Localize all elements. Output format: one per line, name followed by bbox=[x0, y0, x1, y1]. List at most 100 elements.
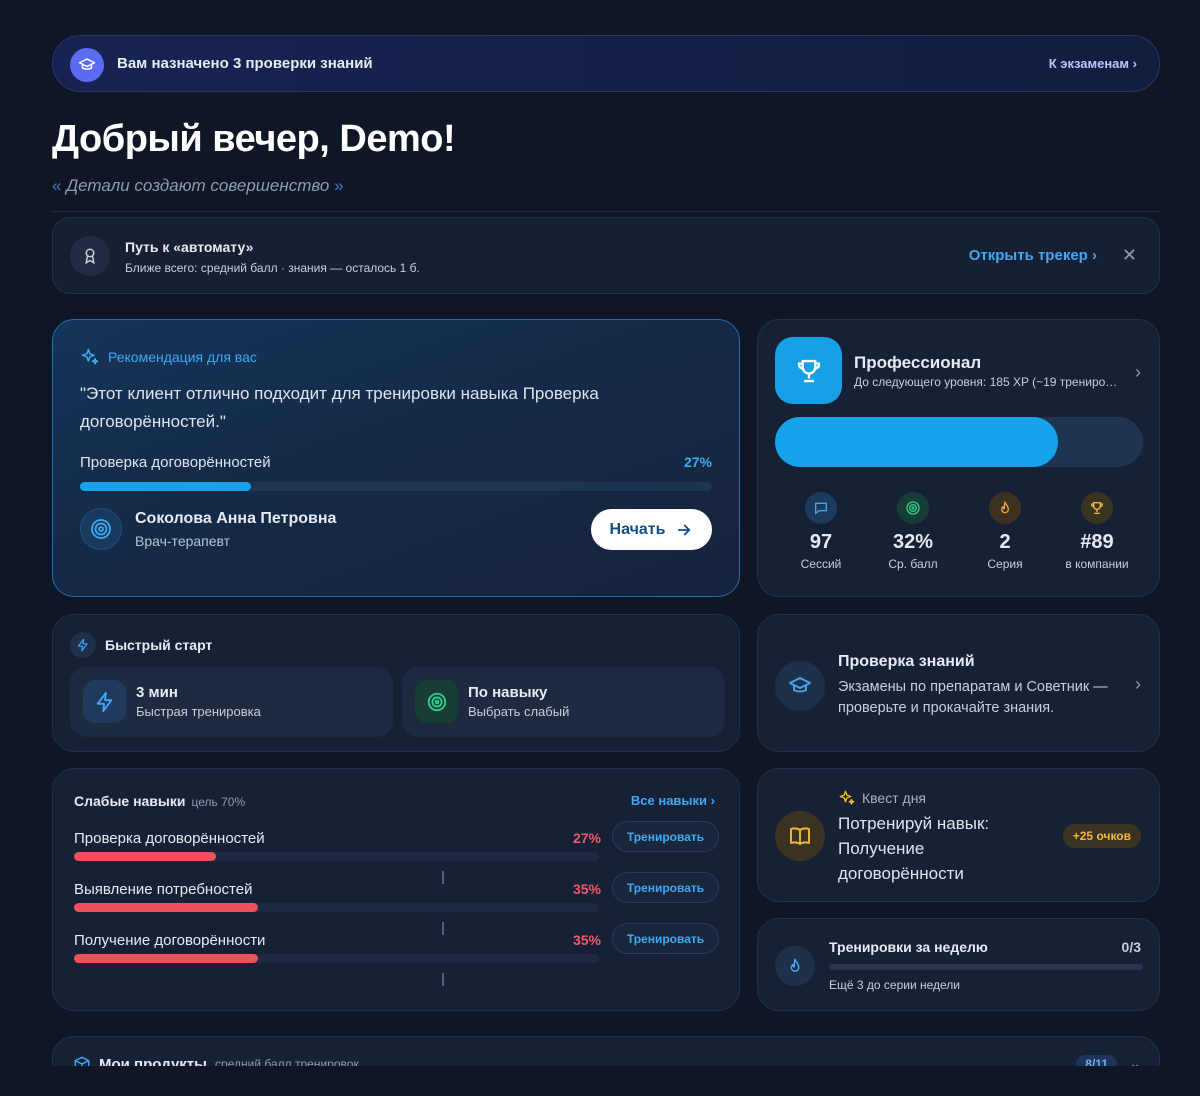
arrow-right-icon bbox=[678, 524, 691, 535]
skill-percent: 35% bbox=[572, 932, 601, 948]
weak-skills-card: Слабые навыки цель 70% Все навыки › Прове… bbox=[52, 768, 740, 1011]
book-icon bbox=[775, 811, 825, 861]
weekly-count: 0/3 bbox=[1121, 939, 1141, 955]
tile-subtitle: Быстрая тренировка bbox=[136, 704, 261, 719]
path-title: Путь к «автомату» bbox=[125, 239, 254, 255]
bolt-icon bbox=[83, 680, 126, 723]
train-button[interactable]: Тренировать bbox=[612, 872, 719, 903]
knowledge-title: Проверка знаний bbox=[838, 653, 975, 670]
client-name: Соколова Анна Петровна bbox=[135, 510, 337, 527]
sparkles-icon bbox=[81, 348, 99, 365]
quick-start-heading: Быстрый старт bbox=[70, 632, 212, 658]
recommendation-heading: Рекомендация для вас bbox=[80, 347, 257, 367]
quote-open-icon: « bbox=[52, 176, 62, 195]
stat-rank: #89 в компании bbox=[1051, 492, 1143, 571]
chevron-right-icon: › bbox=[1092, 247, 1097, 264]
path-tracker-card: Путь к «автомату» Ближе всего: средний б… bbox=[52, 217, 1160, 294]
exam-banner[interactable]: Вам назначено 3 проверки знаний К экзаме… bbox=[52, 35, 1160, 92]
stat-value: 32% bbox=[892, 531, 934, 553]
all-skills-link[interactable]: Все навыки › bbox=[631, 793, 715, 808]
recommendation-quote: "Этот клиент отлично подходит для тренир… bbox=[80, 384, 599, 431]
skill-row: Выявление потребностей 35% Тренировать bbox=[74, 872, 719, 935]
award-icon bbox=[70, 236, 110, 276]
flame-icon bbox=[989, 492, 1021, 524]
skill-bar-fill bbox=[74, 852, 216, 861]
skill-progress-fill bbox=[80, 482, 251, 491]
level-progress-bar bbox=[775, 417, 1143, 467]
flame-icon bbox=[775, 946, 815, 986]
weak-skills-heading: Слабые навыки цель 70% bbox=[74, 793, 245, 809]
trophy-icon bbox=[1081, 492, 1113, 524]
level-progress-fill bbox=[775, 417, 1059, 467]
level-title: Профессионал bbox=[854, 353, 982, 372]
knowledge-check-card[interactable]: Проверка знаний Экзамены по препаратам и… bbox=[757, 614, 1160, 752]
stat-label: в компании bbox=[1065, 557, 1129, 571]
train-button[interactable]: Тренировать bbox=[612, 923, 719, 954]
tile-title: По навыку bbox=[468, 684, 548, 701]
train-button[interactable]: Тренировать bbox=[612, 821, 719, 852]
quick-start-card: Быстрый старт 3 мин Быстрая тренировка П… bbox=[52, 614, 740, 752]
quest-text: Потренируй навык: Получение договорённос… bbox=[838, 814, 990, 883]
skill-percent: 27% bbox=[683, 454, 712, 470]
close-icon[interactable]: ✕ bbox=[1122, 245, 1137, 266]
chat-icon bbox=[805, 492, 837, 524]
skill-progress-bar bbox=[80, 482, 712, 491]
weekly-trainings-card: Тренировки за неделю 0/3 Ещё 3 до серии … bbox=[757, 918, 1160, 1011]
target-icon bbox=[415, 680, 458, 723]
skill-bar-fill bbox=[74, 954, 258, 963]
daily-quest-card[interactable]: Квест дня Потренируй навык: Получение до… bbox=[757, 768, 1160, 902]
level-card[interactable]: Профессионал До следующего уровня: 185 X… bbox=[757, 319, 1160, 597]
trophy-icon bbox=[775, 337, 842, 404]
chevron-right-icon: › bbox=[1132, 56, 1137, 71]
target-icon bbox=[91, 519, 111, 539]
recommendation-card: Рекомендация для вас "Этот клиент отличн… bbox=[52, 319, 740, 597]
weak-skills-goal: цель 70% bbox=[191, 795, 246, 809]
skill-percent: 27% bbox=[572, 830, 601, 846]
sparkles-icon bbox=[839, 790, 855, 805]
start-button[interactable]: Начать bbox=[591, 509, 712, 550]
viewport-bottom bbox=[0, 1066, 1200, 1096]
quick-training-tile[interactable]: 3 мин Быстрая тренировка bbox=[70, 667, 393, 737]
exams-link[interactable]: К экзаменам › bbox=[1049, 56, 1137, 71]
quest-heading-text: Квест дня bbox=[862, 790, 927, 806]
weekly-progress-bar bbox=[829, 964, 1143, 970]
skill-row: Получение договорённости 35% Тренировать bbox=[74, 923, 719, 986]
path-subtitle: Ближе всего: средний балл · знания — ост… bbox=[125, 261, 420, 275]
skill-bar bbox=[74, 903, 599, 935]
chevron-right-icon: › bbox=[1135, 362, 1141, 382]
quote-close-icon: » bbox=[334, 176, 344, 195]
stat-avg-score: 32% Ср. балл bbox=[867, 492, 959, 571]
weak-skills-title: Слабые навыки bbox=[74, 793, 186, 809]
knowledge-subtitle: Экзамены по препаратам и Советник — пров… bbox=[838, 679, 1108, 716]
graduation-cap-icon bbox=[775, 661, 825, 711]
graduation-cap-icon bbox=[70, 48, 104, 82]
open-tracker-label: Открыть трекер bbox=[968, 247, 1088, 264]
stat-streak: 2 Серия bbox=[959, 492, 1051, 571]
stat-value: 2 bbox=[999, 531, 1011, 553]
reward-badge: +25 очков bbox=[1062, 824, 1141, 848]
banner-text: Вам назначено 3 проверки знаний bbox=[117, 55, 373, 72]
stat-value: 97 bbox=[809, 531, 833, 553]
client-role: Врач-терапевт bbox=[135, 533, 231, 549]
bolt-icon bbox=[70, 632, 96, 658]
skill-name: Выявление потребностей bbox=[74, 881, 253, 898]
skill-percent: 35% bbox=[572, 881, 601, 897]
page-title: Добрый вечер, Demo! bbox=[52, 118, 456, 160]
motto-text: Детали создают совершенство bbox=[66, 176, 330, 195]
weekly-subtitle: Ещё 3 до серии недели bbox=[829, 978, 961, 992]
recommendation-heading-text: Рекомендация для вас bbox=[108, 349, 257, 365]
quick-start-title: Быстрый старт bbox=[105, 637, 213, 653]
all-skills-label: Все навыки bbox=[630, 793, 708, 808]
level-subtitle: До следующего уровня: 185 XP (~19 тренир… bbox=[854, 375, 1119, 389]
skill-bar bbox=[74, 852, 599, 884]
open-tracker-link[interactable]: Открыть трекер › bbox=[969, 247, 1097, 264]
skill-row: Проверка договорённостей 27% Тренировать bbox=[74, 821, 719, 884]
motto: « Детали создают совершенство » bbox=[52, 176, 344, 196]
tile-subtitle: Выбрать слабый bbox=[468, 704, 570, 719]
skill-name: Проверка договорённостей bbox=[74, 830, 265, 847]
stats-row: 97 Сессий 32% Ср. балл 2 Серия #89 в ком… bbox=[775, 492, 1143, 571]
tile-title: 3 мин bbox=[136, 684, 178, 701]
chevron-right-icon: › bbox=[1135, 674, 1141, 694]
chevron-right-icon: › bbox=[710, 793, 715, 808]
by-skill-tile[interactable]: По навыку Выбрать слабый bbox=[402, 667, 725, 737]
